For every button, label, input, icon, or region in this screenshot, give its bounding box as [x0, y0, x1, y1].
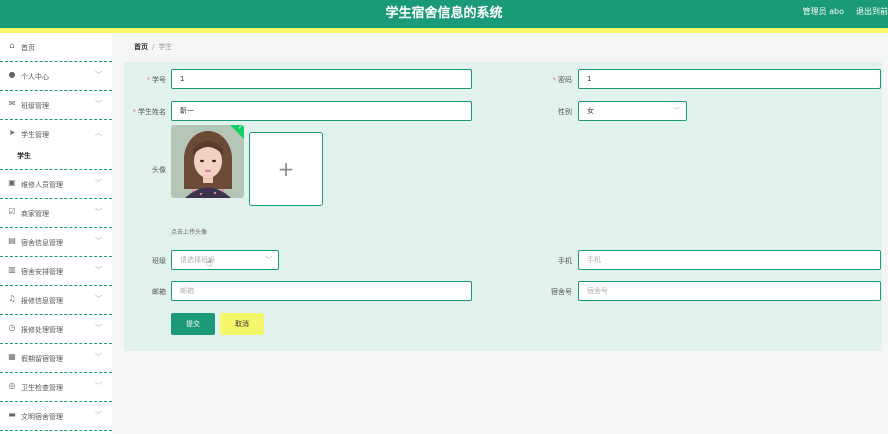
sidebar-item-label: 学生 [17, 151, 31, 161]
chevron-down-icon: ﹀ [265, 251, 272, 269]
chevron-down-icon: ﹀ [95, 323, 102, 333]
bag-icon: ▤ [8, 237, 16, 245]
sidebar-item-label: 首页 [21, 43, 35, 53]
chevron-down-icon: ﹀ [95, 265, 102, 275]
avatar-upload-hint: 点击上传头像 [171, 227, 207, 236]
student-id-input[interactable]: 1 [171, 69, 472, 89]
gender-label: 性别 [536, 107, 572, 117]
phone-input[interactable]: 手机 [578, 250, 881, 270]
chevron-down-icon: ﹀ [95, 99, 102, 109]
sidebar-item-label: 宿舍安排管理 [21, 267, 63, 277]
class-label: 班级 [128, 256, 166, 266]
logout-link[interactable]: 退出到前台 [856, 6, 888, 17]
chevron-down-icon: ﹀ [95, 294, 102, 304]
sidebar-item-repairman[interactable]: ▣ 维修人员管理 ﹀ [0, 170, 112, 199]
sidebar-item-home[interactable]: ⌂ 首页 [0, 33, 112, 62]
chevron-down-icon: ﹀ [95, 410, 102, 420]
sidebar-item-label: 宿舍信息管理 [21, 238, 63, 248]
sidebar-item-holiday-stay[interactable]: ▦ 假期留宿管理 ﹀ [0, 344, 112, 373]
send-icon: ➤ [8, 129, 16, 137]
password-label: *密码 [536, 75, 572, 85]
sidebar-item-label: 卫生检查管理 [21, 383, 63, 393]
clock-icon: ◷ [8, 324, 16, 332]
chevron-down-icon: ﹀ [95, 236, 102, 246]
cancel-button[interactable]: 取消 [220, 313, 264, 335]
student-name-label: *学生姓名 [124, 107, 166, 117]
sidebar-item-label: 文明宿舍管理 [21, 412, 63, 422]
student-id-label: *学号 [128, 75, 166, 85]
sidebar-item-class[interactable]: ✉ 班级管理 ﹀ [0, 91, 112, 120]
admin-label: 管理员 abo [803, 6, 844, 17]
password-input[interactable]: 1 [578, 69, 881, 89]
avatar-image[interactable]: ✓ [171, 125, 244, 198]
sidebar-item-label: 商家管理 [21, 209, 49, 219]
app-title: 学生宿舍信息的系统 [0, 2, 888, 21]
user-icon: ● [8, 71, 16, 79]
plus-icon: + [250, 157, 322, 181]
chevron-down-icon: ﹀ [95, 178, 102, 188]
trash-icon: ▥ [8, 266, 16, 274]
avatar-upload-button[interactable]: + [249, 132, 323, 206]
sidebar-item-repair-handle[interactable]: ◷ 报修处理管理 ﹀ [0, 315, 112, 344]
breadcrumb-home[interactable]: 首页 [134, 43, 148, 51]
grid-icon: ▦ [8, 353, 16, 361]
chevron-down-icon: ﹀ [673, 102, 680, 120]
breadcrumb-current: 学生 [158, 43, 172, 51]
sidebar-item-merchant[interactable]: ☑ 商家管理 ﹀ [0, 199, 112, 228]
email-input[interactable]: 邮箱 [171, 281, 472, 301]
chevron-down-icon: ﹀ [95, 381, 102, 391]
breadcrumb-separator: / [152, 43, 154, 51]
sidebar-subitem-student[interactable]: 学生 [0, 141, 112, 170]
top-header: 学生宿舍信息的系统 管理员 abo 退出到前台 [0, 0, 888, 28]
chevron-down-icon: ﹀ [95, 207, 102, 217]
sidebar-item-label: 假期留宿管理 [21, 354, 63, 364]
globe-icon: ◎ [8, 382, 16, 390]
sidebar-item-label: 学生管理 [21, 130, 49, 140]
wallet-icon: ▣ [8, 179, 16, 187]
sidebar-item-hygiene[interactable]: ◎ 卫生检查管理 ﹀ [0, 373, 112, 402]
chevron-down-icon: ﹀ [95, 70, 102, 80]
sidebar-item-personal[interactable]: ● 个人中心 ﹀ [0, 62, 112, 91]
sidebar-item-label: 个人中心 [21, 72, 49, 82]
gender-select[interactable]: 女﹀ [578, 101, 687, 121]
sidebar-item-label: 报修信息管理 [21, 296, 63, 306]
dorm-no-label: 宿舍号 [530, 287, 572, 297]
student-name-input[interactable]: 靳一 [171, 101, 472, 121]
home-icon: ⌂ [8, 42, 16, 50]
sidebar-item-label: 班级管理 [21, 101, 49, 111]
inbox-icon: ☑ [8, 208, 16, 216]
mouse-cursor-icon: ☝ [206, 258, 212, 269]
check-icon: ✓ [238, 125, 243, 131]
chat-icon: ▬ [8, 411, 16, 419]
class-select[interactable]: 请选择班级﹀ [171, 250, 279, 270]
chevron-up-icon: ︿ [95, 128, 102, 138]
gender-select-value: 女 [587, 107, 594, 115]
sidebar-item-repair-info[interactable]: ♫ 报修信息管理 ﹀ [0, 286, 112, 315]
sidebar-item-dorm-info[interactable]: ▤ 宿舍信息管理 ﹀ [0, 228, 112, 257]
avatar-label: 头像 [128, 165, 166, 175]
sidebar-item-civilized-dorm[interactable]: ▬ 文明宿舍管理 ﹀ [0, 402, 112, 431]
phone-label: 手机 [536, 256, 572, 266]
sidebar: ⌂ 首页 ● 个人中心 ﹀ ✉ 班级管理 ﹀ ➤ 学生管理 ︿ 学生 ▣ 维修人… [0, 33, 112, 434]
sidebar-item-label: 报修处理管理 [21, 325, 63, 335]
submit-button[interactable]: 提交 [171, 313, 215, 335]
breadcrumb: 首页 / 学生 [134, 42, 172, 52]
chevron-down-icon: ﹀ [95, 352, 102, 362]
sidebar-item-label: 维修人员管理 [21, 180, 63, 190]
mail-icon: ✉ [8, 100, 16, 108]
email-label: 邮箱 [128, 287, 166, 297]
sidebar-item-dorm-arrange[interactable]: ▥ 宿舍安排管理 ﹀ [0, 257, 112, 286]
dorm-no-input[interactable]: 宿舍号 [578, 281, 881, 301]
bell-icon: ♫ [8, 295, 16, 303]
